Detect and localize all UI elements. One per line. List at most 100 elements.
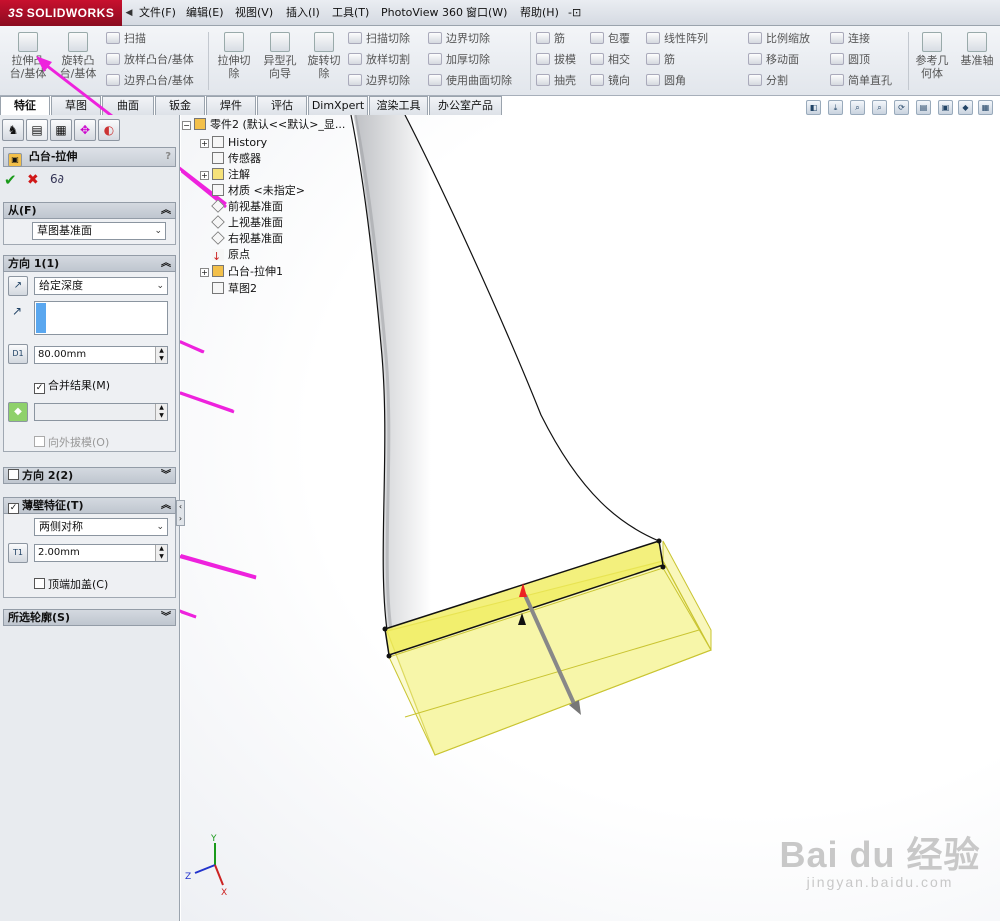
connect-button[interactable]: 连接 <box>830 30 870 48</box>
zoom-in-out-icon[interactable]: ⌕ <box>872 100 887 115</box>
loft-boss-button[interactable]: 放样凸台/基体 <box>106 51 194 69</box>
thicken-cut-button[interactable]: 加厚切除 <box>428 51 490 69</box>
menu-file[interactable]: 文件(F) <box>134 4 181 22</box>
menu-window[interactable]: 窗口(W) <box>461 4 512 22</box>
cap-ends-checkbox[interactable]: 顶端加盖(C) <box>34 576 108 592</box>
rotate-view-icon[interactable]: ⟳ <box>894 100 909 115</box>
mirror-button[interactable]: 镜向 <box>590 72 630 90</box>
collapse-chevron-icon[interactable]: ︽ <box>161 498 171 513</box>
tree-item-sensors[interactable]: 传感器 <box>212 151 261 167</box>
thickness-input[interactable]: 2.00mm ▲ ▼ <box>34 544 168 562</box>
draft-angle-input[interactable]: ▲ ▼ <box>34 403 168 421</box>
split-button[interactable]: 分割 <box>748 72 788 90</box>
expand-icon[interactable]: + <box>200 139 209 148</box>
thin-feature-checkbox[interactable]: ✓ <box>8 503 19 514</box>
tab-office-products[interactable]: 办公室产品 <box>429 96 502 115</box>
menu-photoview[interactable]: PhotoView 360 <box>376 4 468 22</box>
reference-geometry-button[interactable]: 参考几 何体 <box>910 30 954 80</box>
cancel-button[interactable]: ✖ <box>27 172 39 188</box>
detailed-preview-button[interactable]: 6∂ <box>50 172 64 186</box>
ok-button[interactable]: ✔ <box>4 171 17 189</box>
boundary-boss-button[interactable]: 边界凸台/基体 <box>106 72 194 90</box>
tab-dimxpert[interactable]: DimXpert <box>308 96 368 115</box>
collapse-chevron-icon[interactable]: ︽ <box>161 256 171 271</box>
tab-features[interactable]: 特征 <box>0 96 50 115</box>
display-manager-tab-icon[interactable]: ◐ <box>98 119 120 141</box>
fillet-button[interactable]: 圆角 <box>646 72 686 90</box>
tab-sketch[interactable]: 草图 <box>51 96 101 115</box>
depth-input[interactable]: 80.00mm ▲ ▼ <box>34 346 168 364</box>
property-manager-tab-icon[interactable]: ▤ <box>26 119 48 141</box>
draft-toggle-icon[interactable]: ◆ <box>8 402 28 422</box>
view-orientation-icon[interactable]: ▣ <box>938 100 953 115</box>
expand-chevron-icon[interactable]: ︾ <box>161 468 171 483</box>
menu-edit[interactable]: 编辑(E) <box>181 4 229 22</box>
thin-feature-group-header[interactable]: ✓ 薄壁特征(T) ︽ <box>3 497 176 514</box>
configuration-manager-tab-icon[interactable]: ▦ <box>50 119 72 141</box>
zoom-fit-icon[interactable]: ⤓ <box>828 100 843 115</box>
direction1-group-header[interactable]: 方向 1(1) ︽ <box>3 255 176 272</box>
tree-item-sketch[interactable]: 草图2 <box>212 281 257 297</box>
revolve-boss-button[interactable]: 旋转凸 台/基体 <box>54 30 102 80</box>
from-start-condition-select[interactable]: 草图基准面 ⌄ <box>32 222 166 240</box>
tree-item-boss-extrude[interactable]: + 凸台-拉伸1 <box>200 264 283 280</box>
tree-item-right-plane[interactable]: 右视基准面 <box>211 231 283 247</box>
reverse-direction-icon[interactable]: ↗ <box>8 276 28 296</box>
tree-root[interactable]: − 零件2 (默认<<默认>_显... <box>182 117 345 133</box>
revolve-cut-button[interactable]: 旋转切 除 <box>302 30 346 80</box>
extrude-cut-button[interactable]: 拉伸切 除 <box>212 30 256 80</box>
menu-tools[interactable]: 工具(T) <box>327 4 374 22</box>
simple-hole-button[interactable]: 简单直孔 <box>830 72 892 90</box>
menu-help[interactable]: 帮助(H) <box>515 4 564 22</box>
tree-item-material[interactable]: 材质 <未指定> <box>212 183 305 199</box>
menu-view[interactable]: 视图(V) <box>230 4 278 22</box>
direction2-group-header[interactable]: 方向 2(2) ︾ <box>3 467 176 484</box>
surface-cut-button[interactable]: 使用曲面切除 <box>428 72 512 90</box>
hide-show-icon[interactable]: ▦ <box>978 100 993 115</box>
selected-contours-group-header[interactable]: 所选轮廓(S) ︾ <box>3 609 176 626</box>
draft-outward-checkbox[interactable]: 向外拔模(O) <box>34 434 109 450</box>
rib-button[interactable]: 筋 <box>536 30 565 48</box>
tree-item-top-plane[interactable]: 上视基准面 <box>211 215 283 231</box>
spin-buttons-icon[interactable]: ▲ ▼ <box>155 347 167 363</box>
previous-view-icon[interactable]: ◧ <box>806 100 821 115</box>
loft-cut-button[interactable]: 放样切割 <box>348 51 410 69</box>
tab-weldments[interactable]: 焊件 <box>206 96 256 115</box>
solidworks-logo[interactable]: 3S SOLIDWORKS <box>0 0 122 26</box>
tab-sheet-metal[interactable]: 钣金 <box>155 96 205 115</box>
menu-insert[interactable]: 插入(I) <box>281 4 325 22</box>
direction-selection-box[interactable] <box>34 301 168 335</box>
thin-type-select[interactable]: 两侧对称 ⌄ <box>34 518 168 536</box>
tab-evaluate[interactable]: 评估 <box>257 96 307 115</box>
boundary-cut-button[interactable]: 边界切除 <box>348 72 410 90</box>
direction2-checkbox[interactable] <box>8 469 19 480</box>
pin-icon[interactable]: -⊡ <box>563 4 586 22</box>
from-group-header[interactable]: 从(F) ︽ <box>3 202 176 219</box>
boundary-cut-button-2[interactable]: 边界切除 <box>428 30 490 48</box>
scale-button[interactable]: 比例缩放 <box>748 30 810 48</box>
tree-item-history[interactable]: + History <box>200 135 267 151</box>
wrap-button[interactable]: 包覆 <box>590 30 630 48</box>
help-icon[interactable]: ? <box>165 148 171 166</box>
collapse-icon[interactable]: − <box>182 121 191 130</box>
dimxpert-manager-tab-icon[interactable]: ✥ <box>74 119 96 141</box>
expand-chevron-icon[interactable]: ︾ <box>161 610 171 625</box>
sweep-cut-button[interactable]: 扫描切除 <box>348 30 410 48</box>
tree-item-origin[interactable]: ↓ 原点 <box>212 247 250 263</box>
zoom-area-icon[interactable]: ⌕ <box>850 100 865 115</box>
expand-icon[interactable]: + <box>200 171 209 180</box>
section-view-icon[interactable]: ▤ <box>916 100 931 115</box>
tab-surfaces[interactable]: 曲面 <box>102 96 154 115</box>
reference-axis-button[interactable]: 基准轴 <box>956 30 998 67</box>
draft-button[interactable]: 拔模 <box>536 51 576 69</box>
rib-button-2[interactable]: 筋 <box>646 51 675 69</box>
tree-item-front-plane[interactable]: 前视基准面 <box>211 199 283 215</box>
hole-wizard-button[interactable]: 异型孔 向导 <box>258 30 302 80</box>
tab-render-tools[interactable]: 渲染工具 <box>369 96 428 115</box>
linear-pattern-button[interactable]: 线性阵列 <box>646 30 708 48</box>
shell-button[interactable]: 抽壳 <box>536 72 576 90</box>
feature-manager-tab-icon[interactable]: ♞ <box>2 119 24 141</box>
move-face-button[interactable]: 移动面 <box>748 51 799 69</box>
intersect-button[interactable]: 相交 <box>590 51 630 69</box>
merge-result-checkbox[interactable]: ✓ 合并结果(M) <box>34 377 110 394</box>
